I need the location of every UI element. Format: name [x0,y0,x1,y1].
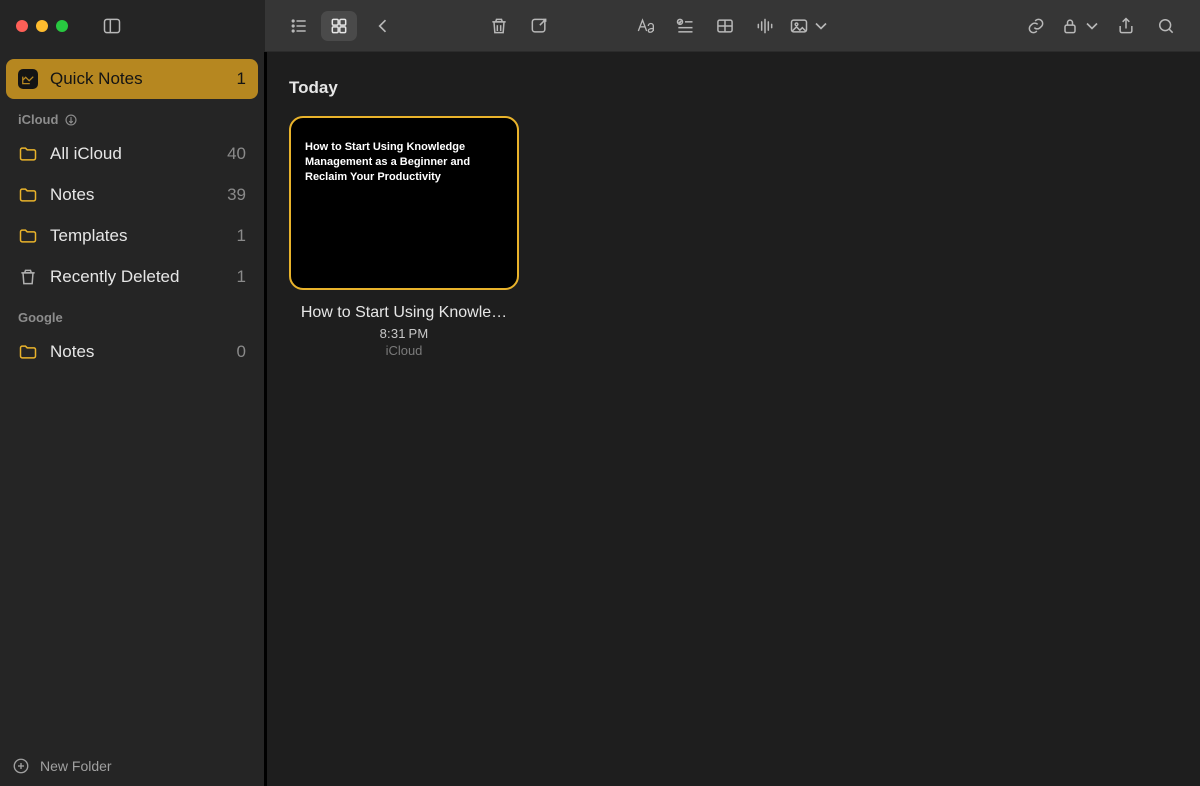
main: Quick Notes 1 iCloud All iCloud 40 Notes… [0,52,1200,786]
back-button[interactable] [365,11,401,41]
sidebar-item-label: Templates [50,226,127,246]
sidebar-item-google-notes[interactable]: Notes 0 [6,332,258,372]
sidebar-item-recently-deleted[interactable]: Recently Deleted 1 [6,257,258,297]
sidebar-item-label: All iCloud [50,144,122,164]
lock-icon [1060,16,1080,36]
sidebar-item-count: 39 [227,185,246,205]
table-button[interactable] [707,11,743,41]
media-button[interactable] [787,11,833,41]
search-icon [1156,16,1176,36]
sidebar-item-count: 0 [237,342,246,362]
table-icon [715,16,735,36]
gallery-view-button[interactable] [321,11,357,41]
quick-note-icon [18,69,38,89]
sidebar-item-count: 40 [227,144,246,164]
close-window-button[interactable] [16,20,28,32]
note-time: 8:31 PM [289,326,519,341]
sidebar-icon [102,16,122,36]
text-format-icon [635,16,655,36]
sidebar-item-label: Notes [50,185,94,205]
new-note-button[interactable] [521,11,557,41]
sidebar-item-label: Quick Notes [50,69,143,89]
new-folder-label: New Folder [40,758,112,774]
note-card-preview: How to Start Using Knowledge Management … [289,116,519,290]
content-divider [265,52,267,786]
sidebar-section-google[interactable]: Google [6,298,258,331]
section-label: iCloud [18,112,58,127]
sidebar-item-templates[interactable]: Templates 1 [6,216,258,256]
chevron-down-icon [1082,16,1102,36]
delete-note-button[interactable] [481,11,517,41]
audio-button[interactable] [747,11,783,41]
window-controls [16,20,68,32]
text-style-button[interactable] [627,11,663,41]
note-source: iCloud [289,343,519,358]
sidebar-item-count: 1 [237,226,246,246]
list-icon [289,16,309,36]
note-card[interactable]: How to Start Using Knowledge Management … [289,116,1176,358]
sidebar-item-notes[interactable]: Notes 39 [6,175,258,215]
sidebar-item-quick-notes[interactable]: Quick Notes 1 [6,59,258,99]
checklist-button[interactable] [667,11,703,41]
lock-button[interactable] [1058,11,1104,41]
trash-icon [489,16,509,36]
toolbar-left [0,0,265,52]
new-folder-button[interactable]: New Folder [0,746,264,786]
compose-icon [529,16,549,36]
chevron-left-icon [373,16,393,36]
note-preview-text: How to Start Using Knowledge Management … [305,140,503,185]
folder-icon [18,185,38,205]
trash-icon [18,267,38,287]
minimize-window-button[interactable] [36,20,48,32]
share-icon [1116,16,1136,36]
list-view-button[interactable] [281,11,317,41]
fullscreen-window-button[interactable] [56,20,68,32]
group-header: Today [289,78,1176,98]
sync-status-icon [64,113,78,127]
toggle-sidebar-button[interactable] [94,11,130,41]
folder-icon [18,342,38,362]
share-button[interactable] [1108,11,1144,41]
sidebar: Quick Notes 1 iCloud All iCloud 40 Notes… [0,52,265,786]
sidebar-section-icloud[interactable]: iCloud [6,100,258,133]
note-card-meta: How to Start Using Knowle… 8:31 PM iClou… [289,304,519,358]
sidebar-item-label: Recently Deleted [50,267,179,287]
content-area: Today How to Start Using Knowledge Manag… [265,52,1200,786]
plus-circle-icon [12,757,30,775]
search-button[interactable] [1148,11,1184,41]
chevron-down-icon [811,16,831,36]
folder-icon [18,226,38,246]
sidebar-item-label: Notes [50,342,94,362]
section-label: Google [18,310,63,325]
folder-list: Quick Notes 1 iCloud All iCloud 40 Notes… [0,58,264,746]
sidebar-item-all-icloud[interactable]: All iCloud 40 [6,134,258,174]
toolbar [0,0,1200,52]
waveform-icon [755,16,775,36]
grid-icon [329,16,349,36]
link-button[interactable] [1018,11,1054,41]
sidebar-item-count: 1 [237,69,246,89]
photo-icon [789,16,809,36]
link-icon [1026,16,1046,36]
folder-icon [18,144,38,164]
sidebar-item-count: 1 [237,267,246,287]
checklist-icon [675,16,695,36]
toolbar-right [265,0,1200,52]
note-title: How to Start Using Knowle… [289,304,519,322]
